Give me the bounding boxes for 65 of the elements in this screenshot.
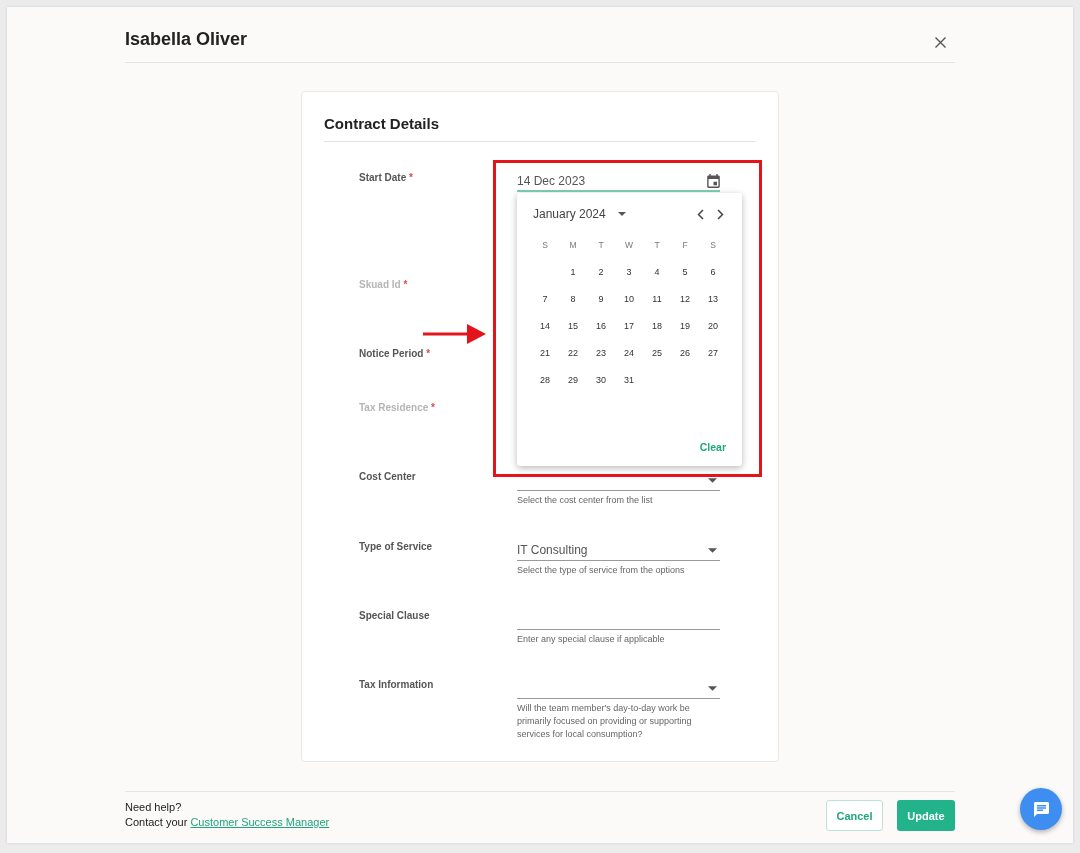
helper-text: Select the cost center from the list [517, 494, 654, 507]
chat-icon [1033, 801, 1049, 817]
field-label: Type of Service [359, 540, 433, 554]
calendar-day[interactable]: 6 [701, 259, 725, 284]
field-label: Notice Period * [359, 347, 431, 361]
calendar-day[interactable]: 27 [701, 340, 725, 365]
calendar-day[interactable]: 25 [645, 340, 669, 365]
chevron-left-icon[interactable] [697, 208, 704, 220]
weekday-label: F [682, 239, 688, 250]
calendar-day[interactable]: 7 [533, 286, 557, 311]
calendar-day[interactable]: 4 [645, 259, 669, 284]
calendar-day[interactable]: 14 [533, 313, 557, 338]
weekday-label: T [654, 239, 660, 250]
field-label: Tax Residence * [359, 401, 435, 415]
field-label: Start Date * [359, 171, 413, 185]
caret-icon [617, 212, 626, 216]
calendar-day[interactable]: 5 [673, 259, 697, 284]
calendar-day[interactable]: 3 [617, 259, 641, 284]
dropdown-caret-icon [707, 477, 717, 483]
calendar-day[interactable]: 20 [701, 313, 725, 338]
calendar-day[interactable]: 15 [561, 313, 585, 338]
calendar-icon[interactable] [707, 173, 720, 188]
calendar-day[interactable]: 21 [533, 340, 557, 365]
help-text: Contact your Customer Success Manager [125, 815, 330, 830]
calendar-day[interactable]: 28 [533, 367, 557, 392]
field-label: Tax Information [359, 678, 434, 692]
select-field[interactable]: IT Consulting [517, 540, 720, 561]
helper-text: Will the team member's day-to-day work be primarily focused on providing or supporting services for local consumption? [517, 702, 693, 741]
calendar-day[interactable]: 11 [645, 286, 669, 311]
field-label: Special Clause [359, 609, 430, 623]
calendar-day[interactable]: 17 [617, 313, 641, 338]
calendar-day[interactable]: 12 [673, 286, 697, 311]
calendar-day[interactable]: 22 [561, 340, 585, 365]
chevron-right-icon[interactable] [717, 208, 724, 220]
helper-text: Select the type of service from the options [517, 564, 686, 577]
calendar-day[interactable]: 9 [589, 286, 613, 311]
weekday-label: S [542, 239, 548, 250]
calendar-day[interactable]: 2 [589, 259, 613, 284]
calendar-day[interactable]: 23 [589, 340, 613, 365]
calendar-day[interactable]: 29 [561, 367, 585, 392]
weekday-label: M [569, 239, 577, 250]
calendar-day[interactable]: 19 [673, 313, 697, 338]
help-title: Need help? [125, 800, 183, 815]
close-icon[interactable] [935, 37, 946, 48]
weekday-label: S [710, 239, 716, 250]
dialog-title: Isabella Oliver [125, 28, 248, 51]
weekday-label: T [598, 239, 604, 250]
helper-text: Enter any special clause if applicable [517, 633, 666, 646]
calendar-day[interactable]: 1 [561, 259, 585, 284]
dropdown-caret-icon [707, 547, 717, 553]
calendar-day[interactable]: 26 [673, 340, 697, 365]
field-label: Skuad Id * [359, 278, 408, 292]
calendar-day[interactable]: 30 [589, 367, 613, 392]
calendar-day[interactable]: 18 [645, 313, 669, 338]
calendar-day[interactable]: 16 [589, 313, 613, 338]
month-select[interactable]: January 2024 [533, 207, 626, 221]
calendar-day[interactable]: 31 [617, 367, 641, 392]
calendar-day[interactable]: 10 [617, 286, 641, 311]
card-title: Contract Details [324, 115, 755, 142]
field-label: Cost Center [359, 470, 416, 484]
weekday-label: W [625, 239, 633, 250]
calendar-day[interactable]: 24 [617, 340, 641, 365]
calendar-day[interactable]: 8 [561, 286, 585, 311]
calendar-day[interactable]: 13 [701, 286, 725, 311]
dropdown-caret-icon [707, 685, 717, 691]
